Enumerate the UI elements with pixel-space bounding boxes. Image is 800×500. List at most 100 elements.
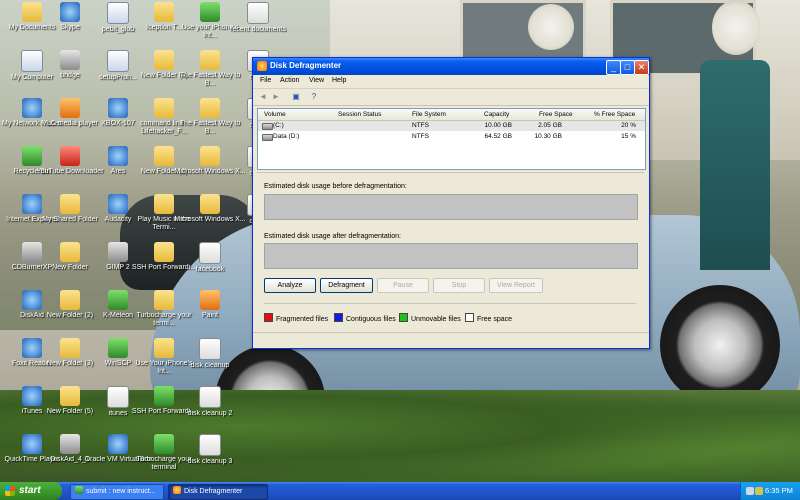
network-icon[interactable] <box>746 487 754 495</box>
start-label: start <box>19 485 41 496</box>
volume-icon[interactable] <box>755 487 763 495</box>
desktop-icon-glyph-icon <box>154 338 174 358</box>
maximize-button[interactable]: □ <box>620 60 635 75</box>
desktop-icon-glyph-icon <box>108 194 128 214</box>
desktop-icon-glyph-icon <box>154 146 174 166</box>
desktop-icon-glyph-icon <box>107 2 129 24</box>
desktop-icon-glyph-icon <box>108 338 128 358</box>
list-header: Volume Session Status File System Capaci… <box>258 109 645 121</box>
back-arrow-icon[interactable]: ◄ <box>258 92 268 102</box>
col-free-space[interactable]: Free Space <box>539 111 573 118</box>
clock: 6:35 PM <box>765 486 793 495</box>
desktop-icon-glyph-icon <box>154 194 174 214</box>
capacity: 10.00 GB <box>484 122 512 129</box>
desktop-icon[interactable]: disk cleanup 2 <box>174 386 246 434</box>
menu-file[interactable]: File <box>260 77 271 84</box>
desktop-icon[interactable]: disk cleanup 3 <box>174 434 246 482</box>
desktop-icon-glyph-icon <box>200 146 220 166</box>
desktop-icon-glyph-icon <box>199 386 221 408</box>
help-icon[interactable]: ? <box>309 92 319 102</box>
desktop-icon-glyph-icon <box>108 290 128 310</box>
status-bar <box>253 332 649 347</box>
volume-name: (C:) <box>273 122 284 129</box>
desktop-icon[interactable]: disk cleanup <box>174 338 246 386</box>
pct-free-space: 20 % <box>621 122 636 129</box>
table-row[interactable]: (C:) NTFS 10.00 GB 2.05 GB 20 % <box>258 121 645 131</box>
desktop-icon-label: recent documents <box>230 26 286 33</box>
wallpaper-wheel <box>660 285 780 405</box>
toolbar: ◄ ► ▣ ? <box>253 89 649 106</box>
desktop-icon[interactable]: recent documents <box>222 2 294 50</box>
desktop-icon-glyph-icon <box>108 242 128 262</box>
taskbar-item-disk-defragmenter[interactable]: Disk Defragmenter <box>168 484 268 500</box>
free-space: 2.05 GB <box>538 122 562 129</box>
pause-button[interactable]: Pause <box>377 278 429 293</box>
desktop-icon-glyph-icon <box>60 146 80 166</box>
windows-logo-icon <box>5 486 15 496</box>
forward-arrow-icon[interactable]: ► <box>271 92 281 102</box>
taskbar-item-submit[interactable]: submit : new instruct... <box>70 484 164 500</box>
col-volume[interactable]: Volume <box>264 111 286 118</box>
taskbar-item-label: Disk Defragmenter <box>184 488 243 495</box>
legend-label: Unmovable files <box>411 316 461 323</box>
desktop-icon-glyph-icon <box>200 2 220 22</box>
desktop-icon-glyph-icon <box>154 290 174 310</box>
desktop-icon-glyph-icon <box>199 338 221 360</box>
defragment-button[interactable]: Defragment <box>320 278 373 293</box>
desktop-icon-glyph-icon <box>60 242 80 262</box>
title-bar[interactable]: Disk Defragmenter _ □ ✕ <box>253 58 649 75</box>
desktop-icon-glyph-icon <box>199 242 221 264</box>
desktop-icon-glyph-icon <box>60 290 80 310</box>
col-pct-free-space[interactable]: % Free Space <box>594 111 635 118</box>
menu-help[interactable]: Help <box>332 77 346 84</box>
desktop-icon-glyph-icon <box>154 50 174 70</box>
desktop-icon-glyph-icon <box>154 98 174 118</box>
desktop-icon-glyph-icon <box>60 98 80 118</box>
taskbar-item-label: submit : new instruct... <box>86 488 156 495</box>
volume-list: Volume Session Status File System Capaci… <box>257 108 646 170</box>
desktop-icon[interactable]: facebook <box>174 242 246 290</box>
properties-icon[interactable]: ▣ <box>291 92 301 102</box>
taskbar: start submit : new instruct... Disk Defr… <box>0 482 800 500</box>
desktop-icon-label: Paint <box>202 312 218 319</box>
desktop-icon-glyph-icon <box>107 50 129 72</box>
pct-free-space: 15 % <box>621 133 636 140</box>
system-tray: 6:35 PM <box>740 482 800 500</box>
legend-unmovable: Unmovable files <box>399 313 461 323</box>
volume-name: Data (D:) <box>273 133 300 140</box>
stop-button[interactable]: Stop <box>433 278 485 293</box>
desktop-icon-glyph-icon <box>107 386 129 408</box>
col-session-status[interactable]: Session Status <box>338 111 381 118</box>
desktop-icon-glyph-icon <box>154 2 174 22</box>
legend-swatch <box>465 313 474 322</box>
legend-contiguous: Contiguous files <box>334 313 396 323</box>
desktop-icon-glyph-icon <box>199 434 221 456</box>
desktop-icon-label: disk cleanup 2 <box>187 410 233 417</box>
analyze-button[interactable]: Analyze <box>264 278 316 293</box>
divider <box>264 303 636 304</box>
menu-view[interactable]: View <box>309 77 324 84</box>
desktop-icon-glyph-icon <box>108 98 128 118</box>
col-capacity[interactable]: Capacity <box>484 111 509 118</box>
table-row[interactable]: Data (D:) NTFS 64.52 GB 10.30 GB 15 % <box>258 132 645 142</box>
estimate-after-bar <box>264 243 638 269</box>
start-button[interactable]: start <box>0 482 62 500</box>
col-file-system[interactable]: File System <box>412 111 446 118</box>
close-button[interactable]: ✕ <box>634 60 649 75</box>
drive-icon <box>262 123 273 130</box>
estimate-after-label: Estimated disk usage after defragmentati… <box>264 233 401 240</box>
menu-action[interactable]: Action <box>280 77 299 84</box>
desktop-icon-glyph-icon <box>108 146 128 166</box>
view-report-button[interactable]: View Report <box>489 278 543 293</box>
legend-fragmented: Fragmented files <box>264 313 328 323</box>
minimize-button[interactable]: _ <box>606 60 621 75</box>
capacity: 64.52 GB <box>484 133 512 140</box>
desktop-icon[interactable]: Paint <box>174 290 246 338</box>
file-system: NTFS <box>412 122 429 129</box>
menu-bar: File Action View Help <box>253 75 649 89</box>
wallpaper-gas-pump <box>700 60 770 270</box>
browser-icon <box>75 486 83 494</box>
free-space: 10.30 GB <box>534 133 562 140</box>
legend-swatch <box>399 313 408 322</box>
desktop-icon-glyph-icon <box>200 194 220 214</box>
